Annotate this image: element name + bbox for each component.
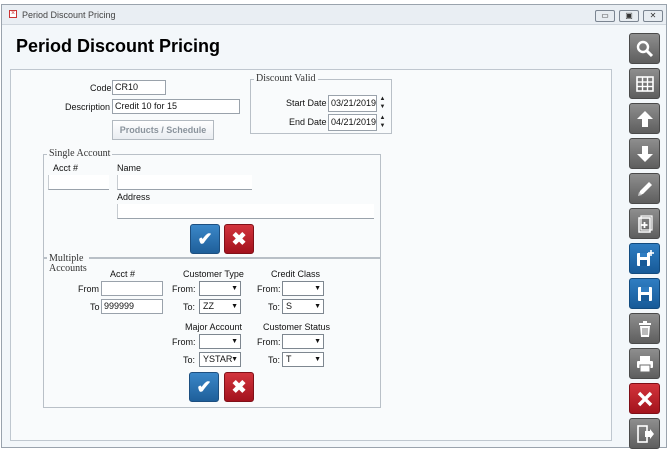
- exit-icon: [637, 425, 654, 443]
- multiple-confirm-button[interactable]: ✔: [189, 372, 219, 402]
- title-bar: × Period Discount Pricing ▭ ▣ ✕: [2, 5, 666, 25]
- print-button[interactable]: [629, 348, 660, 379]
- window-title: Period Discount Pricing: [22, 10, 116, 20]
- products-schedule-button[interactable]: Products / Schedule: [112, 120, 214, 140]
- discount-valid-legend: Discount Valid: [254, 73, 318, 84]
- chevron-down-icon: ▼: [314, 303, 321, 310]
- customer-type-to-select[interactable]: ZZ ▼: [199, 299, 241, 314]
- add-document-button[interactable]: [629, 208, 660, 239]
- pencil-icon: [638, 182, 652, 196]
- acct-from-label: From: [78, 284, 99, 294]
- chevron-down-icon: ▼: [314, 338, 321, 345]
- major-account-label: Major Account: [185, 322, 243, 332]
- multiple-legend-line2: Accounts: [49, 263, 87, 274]
- code-field[interactable]: CR10: [112, 80, 166, 95]
- acct-from-field[interactable]: [101, 281, 163, 296]
- minimize-button[interactable]: ▭: [595, 10, 615, 22]
- description-field[interactable]: Credit 10 for 15: [112, 99, 240, 114]
- single-acct-field[interactable]: [48, 175, 109, 190]
- end-date-label: End Date: [289, 117, 327, 127]
- acct-to-label: To: [90, 302, 100, 312]
- arrow-up-icon: [637, 111, 653, 127]
- credit-class-from-select[interactable]: ▼: [282, 281, 324, 296]
- exit-button[interactable]: [629, 418, 660, 449]
- delete-button[interactable]: [629, 313, 660, 344]
- ma-from-label: From:: [172, 337, 196, 347]
- address-label: Address: [117, 192, 151, 202]
- start-date-field[interactable]: 03/21/2019: [328, 95, 377, 112]
- save-new-icon: [637, 250, 654, 266]
- major-account-from-select[interactable]: ▼: [199, 334, 241, 349]
- customer-status-to-select[interactable]: T ▼: [282, 352, 324, 367]
- single-account-group: Single Account Acct # Name Address ✔ ✖: [43, 148, 381, 258]
- maximize-button[interactable]: ▣: [619, 10, 639, 22]
- customer-type-label: Customer Type: [183, 269, 244, 279]
- multiple-cancel-button[interactable]: ✖: [224, 372, 254, 402]
- name-field[interactable]: [117, 175, 252, 190]
- credit-class-to-select[interactable]: S ▼: [282, 299, 324, 314]
- close-form-button[interactable]: [629, 383, 660, 414]
- code-label: Code: [90, 83, 112, 93]
- move-down-button[interactable]: [629, 138, 660, 169]
- acct-to-field[interactable]: 999999: [101, 299, 163, 314]
- cc-to-label: To:: [268, 302, 281, 312]
- chevron-down-icon: ▼: [231, 303, 238, 310]
- customer-status-from-select[interactable]: ▼: [282, 334, 324, 349]
- chevron-down-icon: ▼: [231, 338, 238, 345]
- edit-button[interactable]: [629, 173, 660, 204]
- single-confirm-button[interactable]: ✔: [190, 224, 220, 254]
- close-window-button[interactable]: ✕: [643, 10, 663, 22]
- search-icon: [636, 40, 654, 58]
- discount-valid-group: Discount Valid Start Date 03/21/2019 ▲ ▼ …: [250, 73, 392, 134]
- address-field[interactable]: [117, 204, 374, 219]
- arrow-down-icon: [637, 146, 653, 162]
- ct-to-label: To:: [183, 302, 196, 312]
- cc-from-label: From:: [257, 284, 281, 294]
- start-date-spinner[interactable]: ▲ ▼: [378, 95, 387, 112]
- save-new-button[interactable]: [629, 243, 660, 274]
- multiple-accounts-group: Multiple Accounts Acct # From To 999999 …: [43, 254, 381, 408]
- end-date-field[interactable]: 04/21/2019: [328, 114, 377, 131]
- save-icon: [638, 287, 652, 301]
- move-up-button[interactable]: [629, 103, 660, 134]
- add-document-icon: [638, 215, 653, 233]
- ct-from-label: From:: [172, 284, 196, 294]
- start-date-label: Start Date: [286, 98, 327, 108]
- chevron-down-icon: ▼: [231, 356, 238, 363]
- cs-from-label: From:: [257, 337, 281, 347]
- save-button[interactable]: [629, 278, 660, 309]
- search-button[interactable]: [629, 33, 660, 64]
- customer-status-label: Customer Status: [263, 322, 331, 332]
- single-cancel-button[interactable]: ✖: [224, 224, 254, 254]
- print-icon: [637, 356, 653, 373]
- chevron-down-icon: ▼: [231, 285, 238, 292]
- customer-type-from-select[interactable]: ▼: [199, 281, 241, 296]
- grid-view-button[interactable]: [629, 68, 660, 99]
- multiple-accounts-legend: Multiple Accounts: [47, 254, 89, 274]
- chevron-down-icon: ▼: [314, 285, 321, 292]
- grid-icon: [636, 76, 654, 92]
- single-account-legend: Single Account: [47, 148, 113, 159]
- multi-acct-label: Acct #: [110, 269, 136, 279]
- description-label: Description: [65, 102, 111, 112]
- main-panel: Code CR10 Description Credit 10 for 15 P…: [10, 69, 612, 441]
- major-account-to-select[interactable]: YSTAR ▼: [199, 352, 241, 367]
- end-date-spinner[interactable]: ▲ ▼: [378, 114, 387, 131]
- chevron-down-icon: ▼: [314, 356, 321, 363]
- app-window: × Period Discount Pricing ▭ ▣ ✕ Period D…: [1, 4, 667, 449]
- close-icon: [637, 391, 653, 407]
- app-icon: ×: [9, 10, 17, 18]
- credit-class-label: Credit Class: [271, 269, 321, 279]
- single-acct-label: Acct #: [53, 163, 79, 173]
- trash-icon: [639, 321, 651, 337]
- page-title: Period Discount Pricing: [16, 36, 221, 56]
- name-label: Name: [117, 163, 142, 173]
- cs-to-label: To:: [268, 355, 281, 365]
- ma-to-label: To:: [183, 355, 196, 365]
